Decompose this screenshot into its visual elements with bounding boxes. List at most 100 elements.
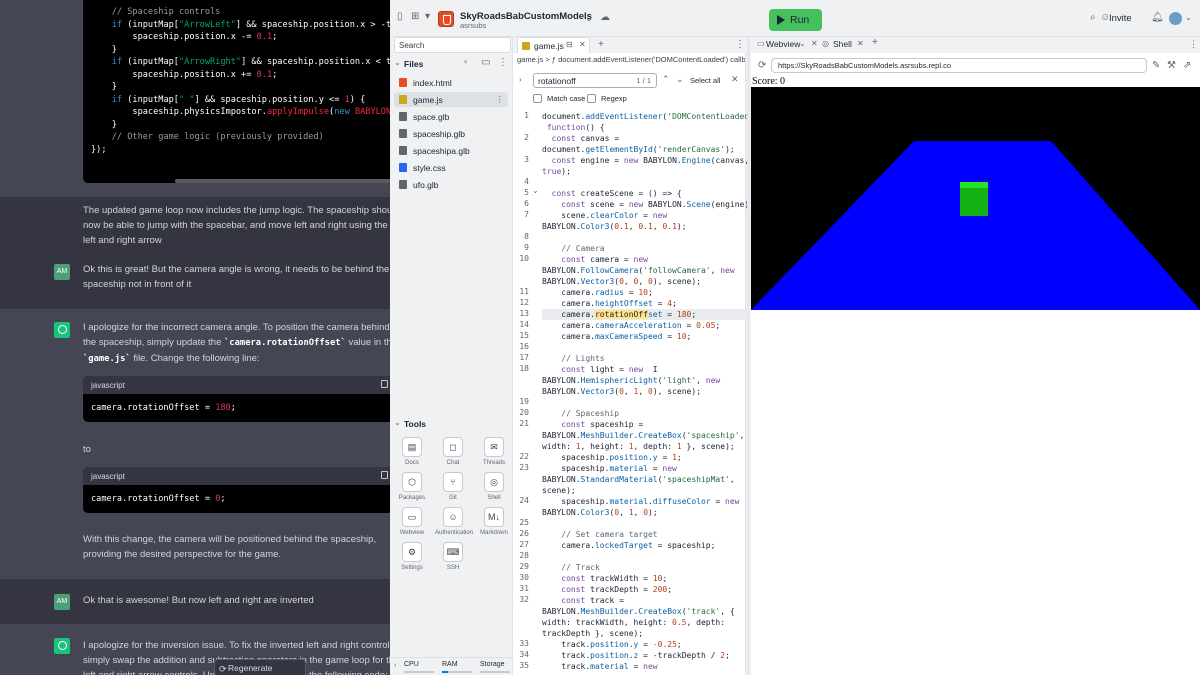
code-scrollbar[interactable] — [175, 179, 390, 183]
run-label: Run — [790, 14, 810, 26]
tool-shell[interactable]: ◎ Shell — [476, 472, 512, 501]
code-line: const trackDepth = 200; — [561, 585, 673, 594]
repl-html-icon — [438, 11, 454, 27]
code-block: javascript camera.rotationOffset = 0; — [83, 467, 390, 513]
file-item-game-js[interactable]: game.js ⋮ — [394, 92, 508, 107]
file-item-ufo-glb[interactable]: ufo.glb — [394, 177, 508, 192]
user-avatar[interactable] — [1169, 12, 1182, 25]
tool-markdown[interactable]: M↓ Markdown — [476, 507, 512, 536]
layout-icon[interactable]: ⊞ — [411, 12, 421, 22]
line-number: 6 — [524, 199, 529, 208]
tab-game-js[interactable]: game.js ⊟ ✕ — [517, 37, 590, 53]
line-number: 5 — [524, 188, 529, 197]
code-line: document.getElementById('renderCanvas'); — [542, 145, 735, 154]
split-icon[interactable]: ⊟ — [566, 40, 573, 49]
devtools-icon[interactable]: ⚒ — [1167, 60, 1176, 71]
line-number: 28 — [519, 551, 529, 560]
file-item-space-glb[interactable]: space.glb — [394, 109, 508, 124]
dropdown-icon[interactable]: ▾ — [425, 12, 435, 22]
run-button[interactable]: Run — [769, 9, 822, 31]
chevron-down-icon[interactable]: ⌄ — [799, 39, 806, 48]
previous-match-icon[interactable]: ⌃ — [662, 74, 670, 85]
tool-authentication[interactable]: ☺ Authentication — [435, 507, 473, 536]
css-file-icon — [399, 163, 407, 172]
search-icon[interactable]: ⌕ — [1090, 12, 1096, 23]
copy-code-icon[interactable] — [381, 471, 388, 479]
more-options-icon[interactable]: ⋮ — [735, 39, 745, 50]
tool-settings[interactable]: ⚙ Settings — [394, 542, 430, 571]
tool-webview[interactable]: ▭ Webview — [394, 507, 430, 536]
tool-docs[interactable]: ▤ Docs — [394, 437, 430, 466]
close-icon[interactable]: ✕ — [857, 39, 864, 48]
search-input[interactable]: Search — [394, 37, 511, 53]
line-number: 25 — [519, 518, 529, 527]
sidebar-toggle-icon[interactable]: ▯ — [397, 12, 407, 22]
fold-icon[interactable]: ⌄ — [532, 186, 539, 195]
line-number: 18 — [519, 364, 529, 373]
file-item-spaceship-glb[interactable]: spaceship.glb — [394, 126, 508, 141]
file-item-index-html[interactable]: index.html — [394, 75, 508, 90]
add-tab-icon[interactable]: + — [872, 37, 878, 48]
next-match-icon[interactable]: ⌄ — [676, 74, 684, 85]
chevron-down-icon[interactable]: ⌄ — [394, 418, 401, 427]
user-message-text: Ok that is awesome! But now left and rig… — [83, 595, 314, 606]
code-line: scene.clearColor = new — [542, 211, 668, 220]
refresh-icon[interactable]: ⟳ — [758, 60, 766, 71]
file-item-style-css[interactable]: style.css — [394, 160, 508, 175]
find-input[interactable]: rotationoff 1 / 1 — [533, 73, 657, 88]
repl-owner[interactable]: asrsubs — [460, 21, 486, 30]
tool-chat[interactable]: ◻ Chat — [435, 437, 471, 466]
code-block: javascript camera.rotationOffset = 180; — [83, 376, 390, 422]
tool-git[interactable]: ⑂ Git — [435, 472, 471, 501]
chevron-right-icon[interactable]: › — [519, 75, 522, 84]
chevron-down-icon[interactable]: ⌄ — [585, 13, 593, 24]
open-new-tab-icon[interactable]: ⇗ — [1183, 60, 1191, 71]
code-line: BABYLON.MeshBuilder.CreateBox('track', { — [542, 607, 735, 616]
close-find-icon[interactable]: ✕ — [731, 74, 739, 85]
tool-label: Shell — [487, 495, 501, 501]
code-line: // Set camera target — [561, 530, 658, 539]
line-number: 8 — [524, 232, 529, 241]
more-options-icon[interactable]: ⋮ — [1189, 39, 1198, 50]
code-line: const engine = new BABYLON.Engine(canvas… — [551, 156, 747, 165]
copy-code-icon[interactable] — [381, 380, 388, 388]
edit-icon[interactable]: ✎ — [1152, 60, 1160, 71]
add-tab-icon[interactable]: + — [598, 39, 604, 50]
code-line: BABYLON.Color3(0.1, 0.1, 0.1); — [542, 222, 687, 231]
tool-ssh[interactable]: ⌨ SSH — [435, 542, 471, 571]
tools-header: Tools — [404, 419, 427, 429]
url-bar[interactable]: https://SkyRoadsBabCustomModels.asrsubs.… — [771, 58, 1147, 73]
chat-panel: // Spaceship controls if (inputMap["Arro… — [0, 0, 390, 675]
more-options-icon[interactable]: ⋮ — [496, 94, 505, 105]
editor-tabs: game.js ⊟ ✕ + ⋮ — [513, 37, 747, 53]
match-case-checkbox[interactable] — [533, 94, 542, 103]
tool-threads[interactable]: ✉ Threads — [476, 437, 512, 466]
close-icon[interactable]: ✕ — [811, 39, 818, 48]
chevron-down-icon[interactable]: ⌄ — [1185, 13, 1192, 22]
bell-icon[interactable]: 🔔︎ — [1151, 12, 1164, 23]
code-line: const trackWidth = 10; — [561, 574, 668, 583]
more-options-icon[interactable]: ⋮ — [498, 57, 508, 68]
code-line: camera.rotationOffset = 0; — [91, 494, 226, 504]
code-area[interactable]: 1 document.addEventListener('DOMContentLo… — [513, 111, 747, 675]
close-icon[interactable]: ✕ — [579, 40, 586, 49]
tab-shell[interactable]: Shell — [833, 39, 852, 49]
line-number: 29 — [519, 562, 529, 571]
new-file-icon[interactable]: ▫ — [464, 57, 468, 68]
file-item-spaceshipa-glb[interactable]: spaceshipa.glb — [394, 143, 508, 158]
chevron-down-icon[interactable]: ⌄ — [394, 58, 401, 67]
code-line: BABYLON.Vector3(0, 0, 0), scene); — [542, 277, 702, 286]
new-folder-icon[interactable]: ▭ — [481, 57, 490, 68]
sidebar: Search Files ⌄ ▫ ▭ ⋮ index.html game.js ⋮ s… — [390, 37, 512, 675]
chevron-right-icon[interactable]: › — [394, 662, 396, 669]
invite-button[interactable]: Invite — [1109, 13, 1132, 24]
assistant-message-text: With this change, the camera will be pos… — [83, 534, 377, 560]
regexp-checkbox[interactable] — [587, 94, 596, 103]
tool-packages[interactable]: ⬡ Packages — [394, 472, 430, 501]
glb-file-icon — [399, 112, 407, 121]
pane-resize-handle[interactable] — [747, 37, 750, 675]
select-all-button[interactable]: Select all — [688, 75, 722, 86]
regenerate-response-button[interactable]: ⟳Regenerate response — [214, 659, 306, 675]
game-canvas[interactable] — [751, 87, 1200, 310]
tab-webview[interactable]: Webview — [766, 39, 800, 49]
